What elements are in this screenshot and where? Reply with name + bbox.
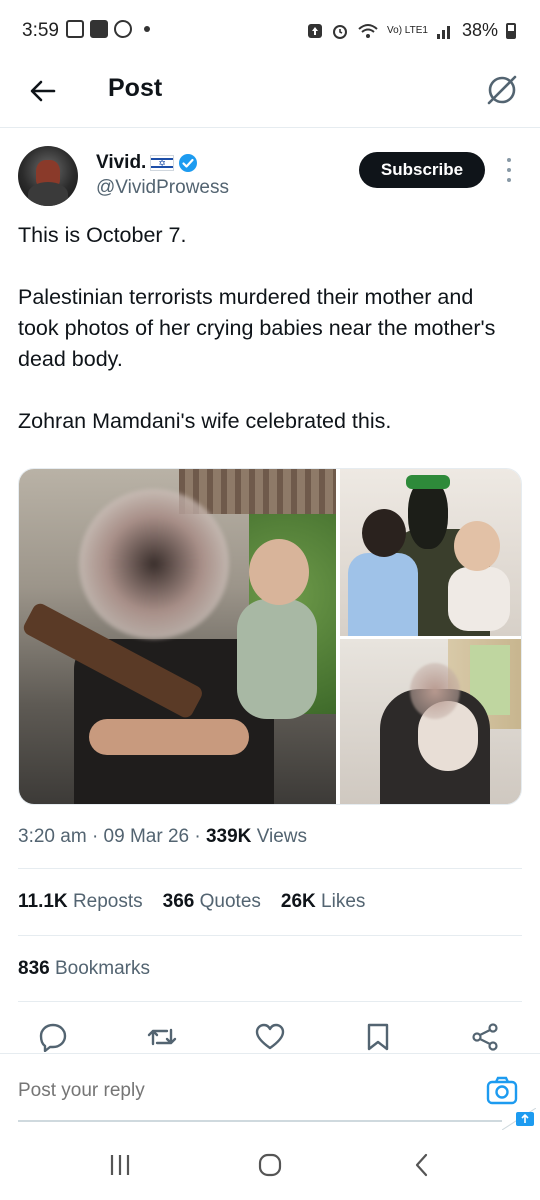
grok-icon[interactable] bbox=[484, 72, 520, 108]
reply-composer bbox=[0, 1053, 540, 1123]
more-options-icon[interactable] bbox=[502, 158, 516, 182]
gallery-notification-icon bbox=[66, 20, 84, 38]
repost-icon[interactable] bbox=[147, 1022, 177, 1052]
system-nav-bar bbox=[0, 1130, 540, 1200]
reposts-stat[interactable]: 11.1K Reposts bbox=[18, 891, 143, 913]
author-handle[interactable]: @VividProwess bbox=[96, 177, 229, 199]
post-meta: 3:20 am · 09 Mar 26 · 339K Views bbox=[18, 826, 308, 847]
battery-percent: 38% bbox=[461, 20, 498, 40]
divider bbox=[18, 1001, 522, 1002]
wifi-icon bbox=[358, 23, 378, 38]
bookmark-icon[interactable] bbox=[363, 1022, 393, 1052]
views-label: Views bbox=[256, 826, 308, 847]
subscribe-button[interactable]: Subscribe bbox=[359, 152, 485, 188]
home-icon[interactable] bbox=[250, 1150, 290, 1180]
bookmarks-stat[interactable]: 836 Bookmarks bbox=[18, 958, 150, 980]
post-date: 09 Mar 26 bbox=[103, 826, 190, 847]
media-photo-2[interactable] bbox=[340, 469, 521, 636]
upload-icon[interactable] bbox=[502, 1108, 536, 1130]
media-grid bbox=[18, 468, 522, 805]
engagement-stats: 11.1K Reposts 366 Quotes 26K Likes bbox=[18, 891, 365, 913]
like-icon[interactable] bbox=[255, 1022, 285, 1052]
quotes-stat[interactable]: 366 Quotes bbox=[163, 891, 261, 913]
camera-icon[interactable] bbox=[486, 1076, 518, 1106]
back-nav-icon[interactable] bbox=[402, 1150, 442, 1180]
media-photo-1[interactable] bbox=[19, 469, 336, 804]
recent-apps-icon[interactable] bbox=[100, 1150, 140, 1180]
system-icons: Vo) LTE1 38% bbox=[307, 20, 516, 41]
tweet-paragraph: Palestinian terrorists murdered their mo… bbox=[18, 285, 496, 371]
back-arrow-icon[interactable] bbox=[26, 74, 60, 108]
status-bar: 3:59 Vo) LTE1 38% bbox=[0, 0, 540, 62]
reply-icon[interactable] bbox=[38, 1022, 68, 1052]
author-name: Vivid. bbox=[96, 152, 147, 173]
bookmarks-row: 836 Bookmarks bbox=[18, 958, 150, 980]
tweet-paragraph: This is October 7. bbox=[18, 223, 187, 247]
israel-flag-icon: ✡ bbox=[150, 155, 175, 171]
reply-underline bbox=[18, 1120, 502, 1122]
divider bbox=[18, 868, 522, 869]
views-count: 339K bbox=[205, 826, 252, 847]
blurred-face bbox=[79, 489, 229, 639]
signal-icon bbox=[436, 25, 450, 39]
author-avatar[interactable] bbox=[18, 146, 78, 206]
media-photo-3[interactable] bbox=[340, 639, 521, 804]
top-app-bar: Post bbox=[0, 62, 540, 128]
blurred-face bbox=[410, 663, 460, 719]
status-time: 3:59 bbox=[22, 20, 59, 41]
battery-icon bbox=[506, 22, 516, 39]
tweet-text: This is October 7. Palestinian terrorist… bbox=[18, 220, 518, 437]
verified-badge-icon bbox=[179, 154, 198, 172]
author-name-row[interactable]: Vivid. ✡ bbox=[96, 152, 198, 174]
page-title: Post bbox=[108, 74, 163, 102]
likes-stat[interactable]: 26K Likes bbox=[281, 891, 366, 913]
more-notifications-icon bbox=[144, 26, 150, 32]
tweet-paragraph: Zohran Mamdani's wife celebrated this. bbox=[18, 409, 392, 433]
notification-icons bbox=[66, 20, 150, 38]
post-time: 3:20 am bbox=[18, 826, 87, 847]
network-label: Vo) LTE1 bbox=[387, 24, 428, 36]
alarm-icon bbox=[333, 24, 348, 39]
reply-input[interactable] bbox=[18, 1080, 438, 1102]
sync-icon bbox=[308, 23, 323, 38]
chat-notification-icon bbox=[114, 20, 132, 38]
divider bbox=[18, 935, 522, 936]
share-icon[interactable] bbox=[470, 1022, 500, 1052]
linkedin-notification-icon bbox=[90, 20, 108, 38]
